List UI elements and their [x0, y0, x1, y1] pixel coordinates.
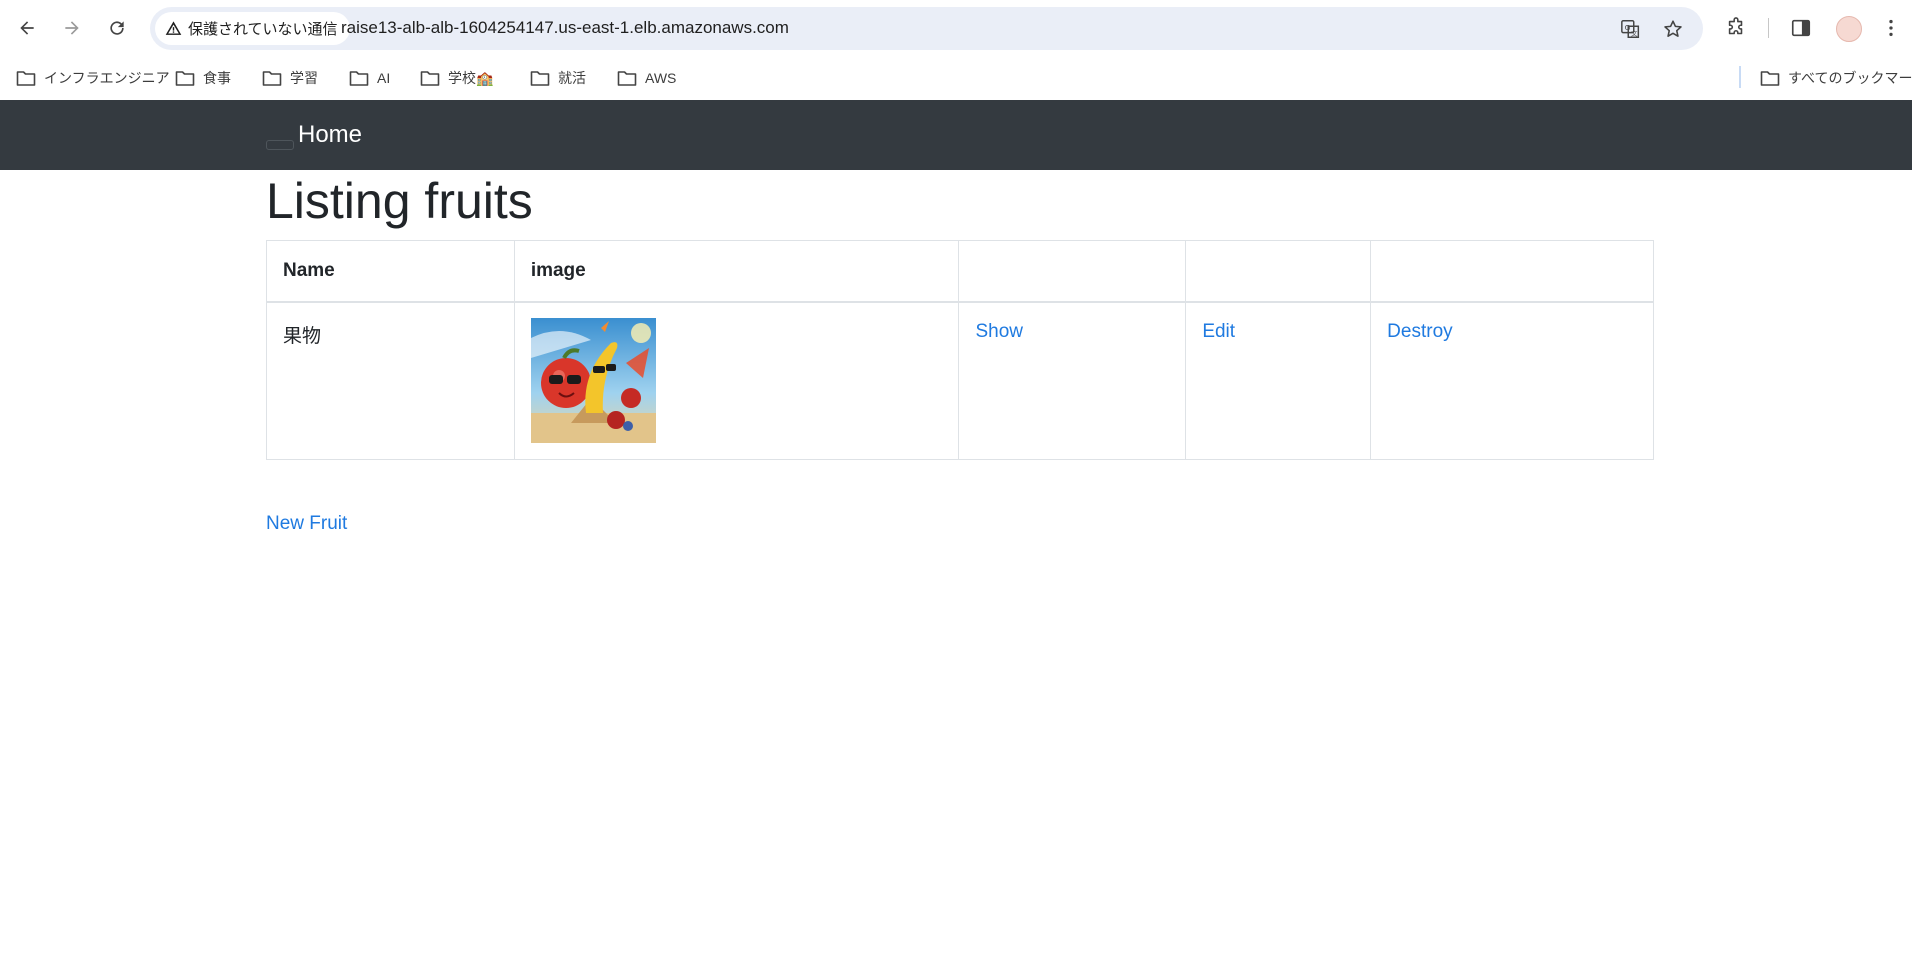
url-text[interactable]: raise13-alb-alb-1604254147.us-east-1.elb… — [341, 18, 789, 38]
column-header-image: image — [513, 240, 960, 302]
show-cell: Show — [958, 301, 1187, 460]
translate-icon: G文 — [1621, 20, 1640, 38]
fruit-image — [530, 317, 656, 443]
bookmark-label: AI — [377, 70, 391, 86]
table-header-row: Name image — [266, 240, 1654, 302]
folder-icon — [16, 71, 36, 86]
star-icon — [1664, 20, 1682, 37]
bookmark-label: 就活 — [558, 70, 586, 86]
bookmark-label: AWS — [645, 70, 677, 86]
reload-icon — [110, 21, 124, 35]
bookmark-label: インフラエンジニア — [44, 70, 170, 86]
profile-avatar[interactable] — [1836, 16, 1862, 42]
folder-icon — [1760, 71, 1780, 86]
new-fruit-link[interactable]: New Fruit — [266, 513, 347, 535]
warning-icon — [165, 21, 182, 35]
fruits-table: Name image 果物 Show Edit Destroy — [266, 240, 1654, 460]
folder-icon — [530, 71, 550, 86]
bookmark-folder[interactable]: インフラエンジニア — [16, 65, 170, 91]
side-panel-button[interactable] — [1787, 14, 1815, 42]
bookmark-label: 学校🏫 — [448, 70, 494, 86]
extensions-button[interactable] — [1722, 14, 1750, 42]
puzzle-icon — [1728, 17, 1743, 35]
bookmarks-divider — [1739, 66, 1741, 88]
bookmark-label: 学習 — [290, 70, 318, 86]
bookmark-folder[interactable]: AWS — [617, 65, 676, 91]
folder-icon — [262, 71, 282, 86]
back-arrow-icon — [20, 21, 34, 35]
address-bar[interactable]: 保護されていない通信 raise13-alb-alb-1604254147.us… — [150, 7, 1703, 50]
bookmark-folder[interactable]: 食事 — [175, 65, 231, 91]
folder-icon — [617, 71, 637, 86]
bookmark-star-button[interactable] — [1661, 17, 1685, 41]
column-header-name: Name — [266, 240, 515, 302]
folder-icon — [420, 71, 440, 86]
table-row: 果物 Show Edit Destroy — [266, 301, 1654, 460]
translate-button[interactable]: G文 — [1619, 17, 1643, 41]
more-vert-icon — [1889, 19, 1893, 37]
all-bookmarks-folder[interactable]: すべてのブックマーク — [1760, 65, 1912, 91]
destroy-link[interactable]: Destroy — [1387, 321, 1452, 342]
bookmark-folder[interactable]: 学習 — [262, 65, 318, 91]
bookmark-folder[interactable]: 就活 — [530, 65, 586, 91]
bookmark-folder[interactable]: AI — [349, 65, 390, 91]
edit-cell: Edit — [1185, 301, 1372, 460]
site-navbar — [0, 100, 1912, 170]
bookmarks-bar: インフラエンジニア 食事 学習 AI 学校🏫 就活 AWS すべてのブックマーク — [0, 56, 1912, 100]
forward-button[interactable] — [56, 12, 88, 44]
bookmark-label: 食事 — [203, 70, 231, 86]
fruit-image-cell — [513, 301, 960, 460]
column-header-edit — [1185, 240, 1372, 302]
toolbar-divider — [1768, 18, 1769, 38]
folder-icon — [175, 71, 195, 86]
destroy-cell: Destroy — [1370, 301, 1654, 460]
home-link[interactable]: Home — [298, 121, 362, 149]
show-link[interactable]: Show — [975, 321, 1023, 342]
reload-button[interactable] — [101, 12, 133, 44]
fruit-name-cell: 果物 — [266, 301, 515, 460]
security-label: 保護されていない通信 — [188, 21, 338, 38]
security-indicator[interactable]: 保護されていない通信 — [155, 12, 350, 45]
column-header-destroy — [1370, 240, 1654, 302]
all-bookmarks-label: すべてのブックマーク — [1788, 70, 1912, 86]
edit-link[interactable]: Edit — [1202, 321, 1235, 342]
svg-text:G: G — [1625, 23, 1631, 32]
bookmark-folder[interactable]: 学校🏫 — [420, 65, 493, 91]
browser-toolbar: 保護されていない通信 raise13-alb-alb-1604254147.us… — [0, 0, 1912, 56]
folder-icon — [349, 71, 369, 86]
back-button[interactable] — [11, 12, 43, 44]
navbar-toggler[interactable] — [266, 140, 294, 150]
browser-menu-button[interactable] — [1877, 14, 1905, 42]
svg-text:文: 文 — [1631, 28, 1638, 37]
page-title: Listing fruits — [266, 173, 533, 229]
column-header-show — [958, 240, 1187, 302]
side-panel-icon — [1791, 19, 1811, 37]
forward-arrow-icon — [65, 21, 79, 35]
